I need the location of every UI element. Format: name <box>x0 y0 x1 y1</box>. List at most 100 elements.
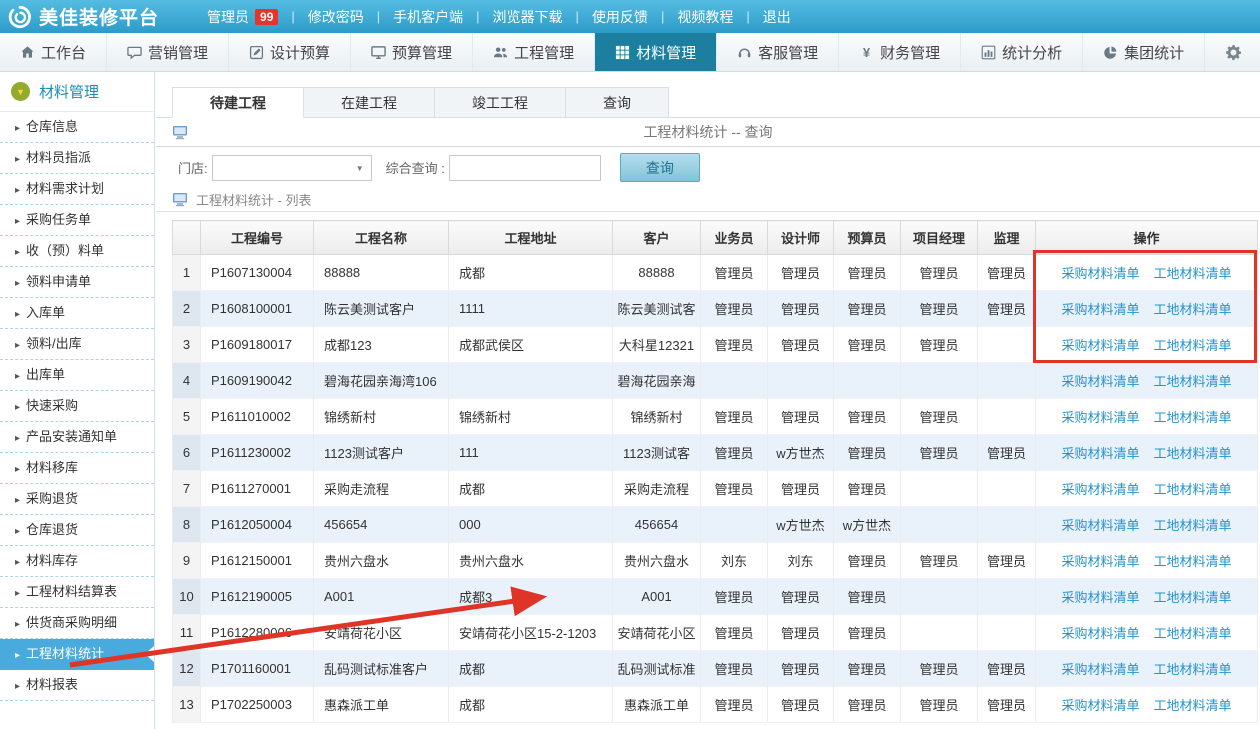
nav-item-workbench[interactable]: 工作台 <box>0 33 107 71</box>
project-name-cell: 安靖荷花小区 <box>314 615 449 651</box>
row-number-cell: 5 <box>173 399 201 435</box>
purchase-material-list-link[interactable]: 采购材料清单 <box>1061 338 1139 353</box>
site-material-list-link[interactable]: 工地材料清单 <box>1154 338 1232 353</box>
sidebar-item-label: 出库单 <box>26 367 65 382</box>
site-material-list-link[interactable]: 工地材料清单 <box>1154 626 1232 641</box>
nav-item-budget-management[interactable]: 预算管理 <box>351 33 473 71</box>
nav-item-finance[interactable]: ¥财务管理 <box>839 33 961 71</box>
nav-item-statistics[interactable]: 统计分析 <box>961 33 1083 71</box>
topbar: 美佳装修平台 管理员 99 |修改密码|手机客户端|浏览器下载|使用反馈|视频教… <box>0 0 1260 33</box>
sidebar-item-18[interactable]: ▸工程材料统计 <box>0 639 154 670</box>
user-menu[interactable]: 管理员 99 <box>207 7 278 27</box>
triangle-bullet-icon: ▸ <box>15 526 20 537</box>
nav-item-project-management[interactable]: 工程管理 <box>473 33 595 71</box>
designer-cell: 管理员 <box>768 291 834 327</box>
purchase-material-list-link[interactable]: 采购材料清单 <box>1061 698 1139 713</box>
nav-item-group-statistics[interactable]: 集团统计 <box>1083 33 1205 71</box>
purchase-material-list-link[interactable]: 采购材料清单 <box>1061 590 1139 605</box>
logo-text: 美佳装修平台 <box>39 3 159 30</box>
purchase-material-list-link[interactable]: 采购材料清单 <box>1061 374 1139 389</box>
sidebar-item-16[interactable]: ▸工程材料结算表 <box>0 577 154 608</box>
users-icon <box>493 45 508 60</box>
sidebar-item-15[interactable]: ▸材料库存 <box>0 546 154 577</box>
site-material-list-link[interactable]: 工地材料清单 <box>1154 410 1232 425</box>
triangle-bullet-icon: ▸ <box>15 309 20 320</box>
purchase-material-list-link[interactable]: 采购材料清单 <box>1061 410 1139 425</box>
site-material-list-link[interactable]: 工地材料清单 <box>1154 302 1232 317</box>
topbar-link-2[interactable]: 手机客户端 <box>393 7 463 27</box>
nav-item-design-budget[interactable]: 设计预算 <box>229 33 351 71</box>
supervisor-cell <box>978 471 1036 507</box>
site-material-list-link[interactable]: 工地材料清单 <box>1154 662 1232 677</box>
triangle-bullet-icon: ▸ <box>15 371 20 382</box>
sidebar-item-label: 采购退货 <box>26 491 78 506</box>
sidebar-item-9[interactable]: ▸ 出库单 <box>0 360 154 391</box>
project-name-cell: 乱码测试标准客户 <box>314 651 449 687</box>
topbar-link-6[interactable]: 退出 <box>763 7 791 27</box>
project-code-cell: P1611270001 <box>201 471 314 507</box>
search-button[interactable]: 查询 <box>620 153 700 182</box>
site-material-list-link[interactable]: 工地材料清单 <box>1154 266 1232 281</box>
sidebar-item-11[interactable]: ▸产品安装通知单 <box>0 422 154 453</box>
project-name-cell: 456654 <box>314 507 449 543</box>
sidebar-item-4[interactable]: ▸采购任务单 <box>0 205 154 236</box>
topbar-link-1[interactable]: 修改密码 <box>308 7 364 27</box>
nav-item-customer-service[interactable]: 客服管理 <box>717 33 839 71</box>
row-number-cell: 13 <box>173 687 201 723</box>
notification-badge[interactable]: 99 <box>255 9 278 25</box>
sidebar-item-5[interactable]: ▸收（预）料单 <box>0 236 154 267</box>
purchase-material-list-link[interactable]: 采购材料清单 <box>1061 626 1139 641</box>
sidebar-item-2[interactable]: ▸材料员指派 <box>0 143 154 174</box>
topbar-link-4[interactable]: 使用反馈 <box>592 7 648 27</box>
purchase-material-list-link[interactable]: 采购材料清单 <box>1061 518 1139 533</box>
sidebar-item-label: 采购任务单 <box>26 212 91 227</box>
customer-cell: 采购走流程 <box>613 471 701 507</box>
logo-swirl-icon <box>8 5 32 29</box>
grid-icon <box>615 45 630 60</box>
nav-item-material-management[interactable]: 材料管理 <box>595 33 717 71</box>
site-material-list-link[interactable]: 工地材料清单 <box>1154 446 1232 461</box>
purchase-material-list-link[interactable]: 采购材料清单 <box>1061 302 1139 317</box>
settings-gear-icon[interactable] <box>1207 33 1260 71</box>
purchase-material-list-link[interactable]: 采购材料清单 <box>1061 662 1139 677</box>
site-material-list-link[interactable]: 工地材料清单 <box>1154 554 1232 569</box>
purchase-material-list-link[interactable]: 采购材料清单 <box>1061 446 1139 461</box>
project-manager-cell: 管理员 <box>901 255 978 291</box>
project-name-cell: 贵州六盘水 <box>314 543 449 579</box>
tab-query[interactable]: 查询 <box>565 87 669 118</box>
purchase-material-list-link[interactable]: 采购材料清单 <box>1061 554 1139 569</box>
sidebar-item-13[interactable]: ▸采购退货 <box>0 484 154 515</box>
sidebar-item-10[interactable]: ▸快速采购 <box>0 391 154 422</box>
project-code-cell: P1612280006 <box>201 615 314 651</box>
combined-query-input[interactable] <box>449 155 601 181</box>
site-material-list-link[interactable]: 工地材料清单 <box>1154 374 1232 389</box>
sidebar-item-3[interactable]: ▸材料需求计划 <box>0 174 154 205</box>
project-manager-cell: 管理员 <box>901 651 978 687</box>
sidebar-item-6[interactable]: ▸领料申请单 <box>0 267 154 298</box>
site-material-list-link[interactable]: 工地材料清单 <box>1154 590 1232 605</box>
topbar-link-5[interactable]: 视频教程 <box>677 7 733 27</box>
sidebar-header[interactable]: ▼ 材料管理 <box>0 72 154 112</box>
site-material-list-link[interactable]: 工地材料清单 <box>1154 698 1232 713</box>
tab-pending-projects[interactable]: 待建工程 <box>172 87 304 118</box>
project-name-cell: A001 <box>314 579 449 615</box>
sidebar-item-label: 产品安装通知单 <box>26 429 117 444</box>
sidebar-item-7[interactable]: ▸入库单 <box>0 298 154 329</box>
site-material-list-link[interactable]: 工地材料清单 <box>1154 518 1232 533</box>
site-material-list-link[interactable]: 工地材料清单 <box>1154 482 1232 497</box>
store-select[interactable]: ▼ <box>212 155 372 181</box>
tab-in-construction[interactable]: 在建工程 <box>303 87 435 118</box>
sidebar-item-19[interactable]: ▸材料报表 <box>0 670 154 701</box>
topbar-link-3[interactable]: 浏览器下载 <box>493 7 563 27</box>
sidebar-item-14[interactable]: ▸仓库退货 <box>0 515 154 546</box>
project-address-cell: 1111 <box>449 291 613 327</box>
sidebar-item-1[interactable]: ▸仓库信息 <box>0 112 154 143</box>
sidebar-item-12[interactable]: ▸材料移库 <box>0 453 154 484</box>
purchase-material-list-link[interactable]: 采购材料清单 <box>1061 482 1139 497</box>
tab-completed-projects[interactable]: 竣工工程 <box>434 87 566 118</box>
project-manager-cell: 管理员 <box>901 687 978 723</box>
sidebar-item-17[interactable]: ▸供货商采购明细 <box>0 608 154 639</box>
purchase-material-list-link[interactable]: 采购材料清单 <box>1061 266 1139 281</box>
nav-item-marketing[interactable]: 营销管理 <box>107 33 229 71</box>
sidebar-item-8[interactable]: ▸领料/出库 <box>0 329 154 360</box>
